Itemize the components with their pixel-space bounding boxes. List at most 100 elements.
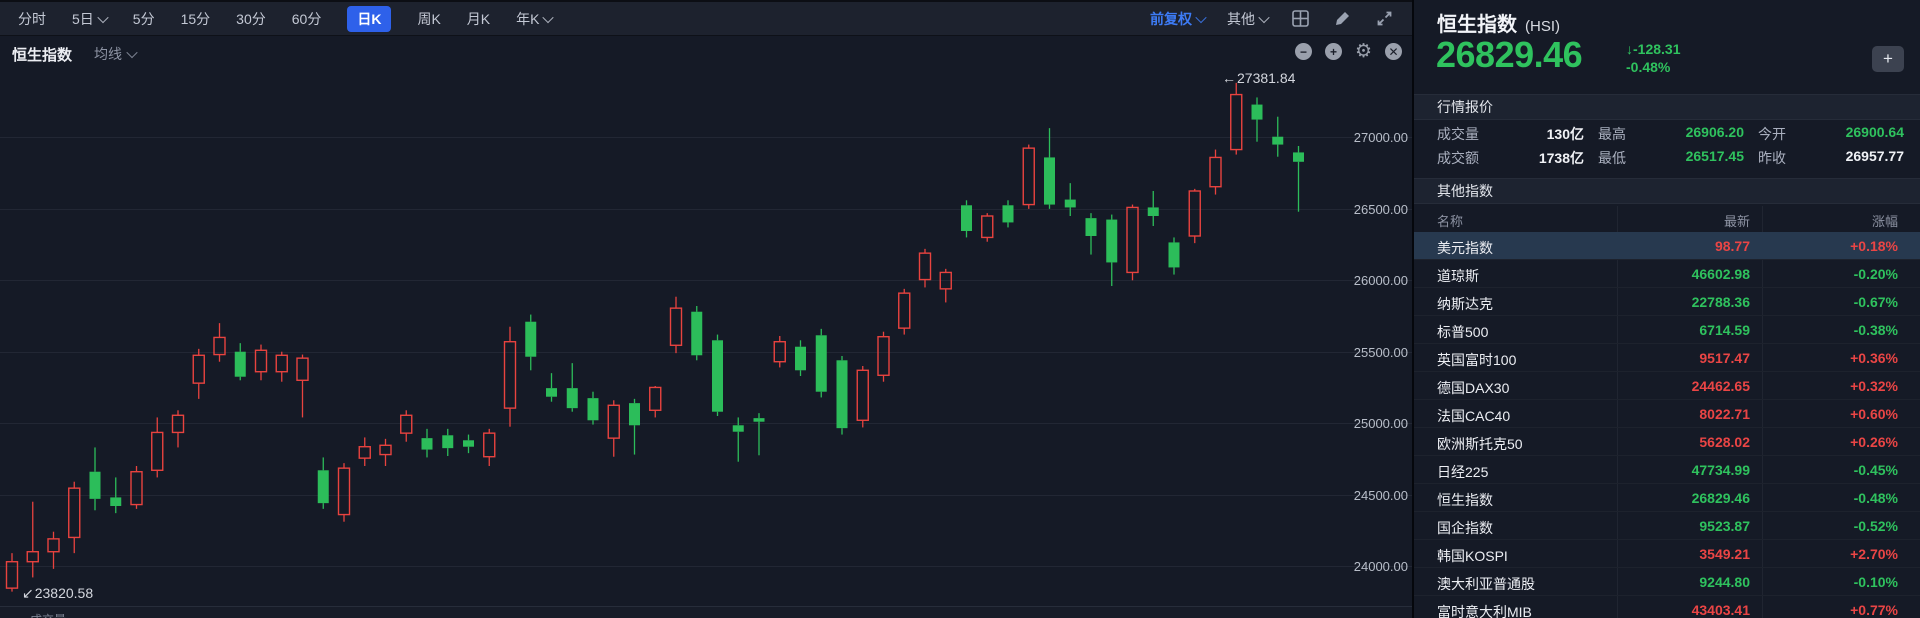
current-price: 26829.46 <box>1436 34 1582 76</box>
index-last: 9517.47 <box>1610 350 1750 366</box>
chevron-down-icon <box>1195 11 1206 22</box>
candle <box>401 410 412 441</box>
index-row-美元指数[interactable]: 美元指数98.77+0.18% <box>1414 232 1920 260</box>
col-change: 涨幅 <box>1798 211 1898 230</box>
index-row-纳斯达克[interactable]: 纳斯达克22788.36-0.67% <box>1414 288 1920 316</box>
zoom-in-icon[interactable]: + <box>1325 43 1342 60</box>
candle-body <box>401 415 412 433</box>
candle-body <box>442 435 453 448</box>
index-change: +2.70% <box>1798 546 1898 562</box>
candle <box>1189 189 1200 243</box>
candle-body <box>899 293 910 328</box>
change-value: -128.31 <box>1633 41 1680 57</box>
candle <box>691 306 702 360</box>
period-tab-年K[interactable]: 年K <box>516 9 552 29</box>
candle-body <box>1252 105 1263 120</box>
candle-body <box>588 398 599 420</box>
quote-section-header: 行情报价 <box>1414 94 1920 120</box>
period-tab-分时[interactable]: 分时 <box>18 9 46 29</box>
fullscreen-icon[interactable] <box>1374 9 1394 29</box>
candle <box>1086 213 1097 254</box>
index-name: 美元指数 <box>1437 238 1493 258</box>
candle <box>546 373 557 402</box>
period-tab-5分[interactable]: 5分 <box>133 9 155 29</box>
index-change: -0.48% <box>1798 490 1898 506</box>
candle-body <box>48 539 59 552</box>
index-change: +0.18% <box>1798 238 1898 254</box>
index-row-日经225[interactable]: 日经22547734.99-0.45% <box>1414 456 1920 484</box>
period-tab-60分[interactable]: 60分 <box>292 9 322 29</box>
index-row-英国富时100[interactable]: 英国富时1009517.47+0.36% <box>1414 344 1920 372</box>
others-section-title: 其他指数 <box>1437 181 1493 201</box>
candle-body <box>857 370 868 420</box>
period-toolbar: 分时 5日 5分 15分 30分 60分 日K 周K 月K 年K 前复权 其他 <box>0 0 1412 36</box>
candle-body <box>152 432 163 470</box>
index-change: -0.20% <box>1798 266 1898 282</box>
index-name: 澳大利亚普通股 <box>1437 574 1535 594</box>
candle <box>878 332 889 382</box>
quote-grid: 成交量130亿最高26906.20今开26900.64成交额1738亿最低265… <box>1414 120 1920 168</box>
period-tab-5日[interactable]: 5日 <box>72 9 107 29</box>
index-row-富时意大利MIB[interactable]: 富时意大利MIB43403.41+0.77% <box>1414 596 1920 618</box>
index-row-恒生指数[interactable]: 恒生指数26829.46-0.48% <box>1414 484 1920 512</box>
candle <box>754 413 765 455</box>
candle <box>48 532 59 569</box>
candle <box>256 345 267 381</box>
candle-body <box>1065 200 1076 208</box>
index-name: 恒生指数 <box>1437 490 1493 510</box>
brush-icon[interactable] <box>1332 9 1352 29</box>
index-change: -0.45% <box>1798 462 1898 478</box>
period-tab-30分[interactable]: 30分 <box>236 9 266 29</box>
quote-label-今开: 今开 <box>1758 124 1786 144</box>
candle <box>1127 205 1138 281</box>
period-label: 60分 <box>292 9 322 29</box>
index-row-澳大利亚普通股[interactable]: 澳大利亚普通股9244.80-0.10% <box>1414 568 1920 596</box>
index-row-国企指数[interactable]: 国企指数9523.87-0.52% <box>1414 512 1920 540</box>
other-dropdown[interactable]: 其他 <box>1227 9 1268 29</box>
index-row-道琼斯[interactable]: 道琼斯46602.98-0.20% <box>1414 260 1920 288</box>
index-row-韩国KOSPI[interactable]: 韩国KOSPI3549.21+2.70% <box>1414 540 1920 568</box>
layout-grid-icon[interactable] <box>1290 9 1310 29</box>
candle <box>733 417 744 461</box>
candle-body <box>774 342 785 362</box>
candle <box>650 386 661 417</box>
index-change: -0.67% <box>1798 294 1898 310</box>
candle <box>899 289 910 335</box>
period-tab-月K[interactable]: 月K <box>467 9 490 29</box>
period-tab-周K[interactable]: 周K <box>417 9 440 29</box>
ma-dropdown[interactable]: 均线 <box>94 44 136 64</box>
period-tab-日K[interactable]: 日K <box>347 6 391 32</box>
candle-body <box>1044 157 1055 204</box>
candle-body <box>712 340 723 411</box>
index-row-德国DAX30[interactable]: 德国DAX3024462.65+0.32% <box>1414 372 1920 400</box>
quote-value-最低: 26517.45 <box>1644 148 1744 164</box>
settings-gear-icon[interactable]: ⚙ <box>1355 43 1372 60</box>
candle <box>69 482 80 553</box>
candle-body <box>1106 220 1117 263</box>
close-icon[interactable]: ✕ <box>1385 43 1402 60</box>
candle-body <box>359 447 370 458</box>
candlestick-chart[interactable] <box>0 0 1412 618</box>
period-label: 15分 <box>181 9 211 29</box>
adjust-mode-dropdown[interactable]: 前复权 <box>1150 9 1205 29</box>
candle <box>920 249 931 288</box>
index-symbol: (HSI) <box>1525 18 1560 35</box>
add-to-watchlist-button[interactable]: + <box>1872 46 1904 72</box>
quote-value-成交额: 1738亿 <box>1484 148 1584 168</box>
period-label: 周K <box>417 9 440 29</box>
index-row-欧洲斯托克50[interactable]: 欧洲斯托克505628.02+0.26% <box>1414 428 1920 456</box>
zoom-out-icon[interactable]: − <box>1295 43 1312 60</box>
candle <box>1003 200 1014 227</box>
candle-body <box>505 342 516 408</box>
index-name: 纳斯达克 <box>1437 294 1493 314</box>
index-row-法国CAC40[interactable]: 法国CAC408022.71+0.60% <box>1414 400 1920 428</box>
index-row-标普500[interactable]: 标普5006714.59-0.38% <box>1414 316 1920 344</box>
index-last: 6714.59 <box>1610 322 1750 338</box>
candle <box>588 392 599 425</box>
index-last: 9244.80 <box>1610 574 1750 590</box>
candle-body <box>380 445 391 454</box>
candle-body <box>1272 137 1283 145</box>
period-tab-15分[interactable]: 15分 <box>181 9 211 29</box>
chevron-down-icon <box>1258 11 1269 22</box>
candle <box>816 329 827 398</box>
